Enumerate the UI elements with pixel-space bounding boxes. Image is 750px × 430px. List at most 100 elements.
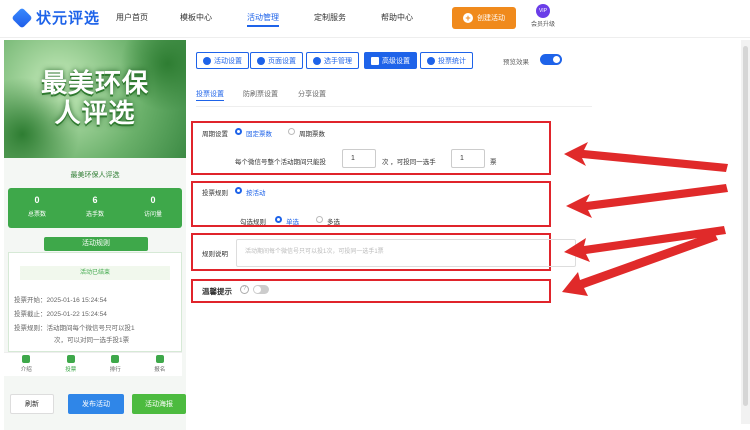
nav-custom-service[interactable]: 定制服务: [314, 12, 346, 23]
same-candidate-votes-input[interactable]: 1: [451, 149, 485, 168]
logo-icon: [11, 6, 33, 29]
tab-label: 报名: [154, 367, 166, 373]
vip-label: 会员升级: [530, 22, 555, 28]
signup-icon: [155, 355, 164, 363]
scrollbar-thumb[interactable]: [743, 46, 748, 406]
rule-description-input[interactable]: 活动期间每个微信号只可以投1次，可投同一选手1票: [236, 239, 576, 267]
stat-value: 0: [150, 195, 156, 205]
users-icon: [313, 56, 321, 65]
tool-label: 活动设置: [214, 57, 242, 65]
create-activity-button[interactable]: + 创建活动: [452, 7, 516, 29]
vote-limit-prefix: 每个微信号整个活动期间只能投: [235, 159, 326, 166]
vote-icon: [66, 355, 75, 363]
stat-label: 总票数: [27, 212, 46, 218]
tab-label: 排行: [109, 367, 121, 373]
subtab-share-settings[interactable]: 分享设置: [298, 89, 326, 99]
tool-candidate-management[interactable]: 选手管理: [306, 52, 359, 69]
vote-limit-suffix: 票: [490, 159, 497, 166]
stats-bar: 0 总票数 6 选手数 0 访问量: [8, 188, 182, 228]
reminder-toggle[interactable]: [253, 285, 269, 294]
publish-button[interactable]: 发布活动: [68, 394, 124, 414]
by-activity-label: 按活动: [246, 190, 266, 197]
banner-title-line2: 人评选: [54, 98, 136, 128]
period-votes-label: 周期票数: [299, 131, 325, 138]
info-start-time: 投票开始：2025-01-16 15:24:54: [14, 297, 107, 304]
ranking-icon: [111, 355, 120, 363]
radio-by-activity[interactable]: [235, 187, 242, 194]
tab-ranking[interactable]: 排行: [93, 353, 138, 376]
top-navigation-bar: 状元评选 用户首页 模板中心 活动管理 定制服务 帮助中心 + 创建活动 VIP…: [0, 0, 750, 38]
tool-label: 页面设置: [268, 57, 296, 65]
info-vote-rule: 投票规则：活动期间每个微信号只可以投1: [14, 325, 135, 332]
vote-limit-middle: 次 ，可投同一选手: [382, 159, 436, 166]
help-icon[interactable]: ?: [240, 285, 249, 294]
radio-period-votes[interactable]: [288, 128, 295, 135]
total-votes-input[interactable]: 1: [342, 149, 376, 168]
status-badge: 活动已结束: [20, 266, 170, 280]
banner-title: 最美环保 人评选: [4, 68, 186, 128]
fixed-votes-label: 固定票数: [246, 131, 272, 138]
period-settings-label: 周期设置: [202, 131, 228, 138]
stat-label: 访问量: [143, 212, 162, 218]
radio-multiple[interactable]: [316, 216, 323, 223]
vote-rule-label: 投票规则: [202, 190, 228, 197]
nav-activity-management[interactable]: 活动管理: [247, 12, 279, 27]
tab-signup[interactable]: 报名: [138, 353, 183, 376]
preview-tab-bar: 介绍 投票 排行 报名: [4, 352, 182, 376]
stat-label: 选手数: [85, 212, 104, 218]
tool-label: 选手管理: [324, 57, 352, 65]
tool-page-settings[interactable]: 页面设置: [250, 52, 303, 69]
nav-template-center[interactable]: 模板中心: [180, 12, 212, 23]
tool-label: 投票统计: [438, 57, 466, 65]
info-vote-rule-cont: 次，可以对同一选手投1票: [54, 337, 130, 344]
tab-label: 投票: [65, 367, 77, 373]
page-icon: [257, 56, 265, 65]
scrollbar[interactable]: [741, 40, 750, 424]
brand-logo[interactable]: 状元评选: [11, 6, 101, 29]
multiple-choice-label: 多选: [327, 219, 340, 226]
vip-upgrade[interactable]: VIP 会员升级: [530, 4, 556, 28]
nav-user-home[interactable]: 用户首页: [116, 12, 148, 23]
settings-icon: [203, 56, 211, 65]
tab-vote[interactable]: 投票: [49, 353, 94, 376]
tool-advanced-settings[interactable]: 高级设置: [364, 52, 417, 69]
brand-name: 状元评选: [36, 10, 101, 27]
poster-button[interactable]: 活动海报: [132, 394, 186, 414]
subtab-anti-fraud[interactable]: 防刷票设置: [243, 89, 278, 99]
select-rule-label: 勾选规则: [240, 219, 266, 226]
event-name: 最美环保人评选: [70, 172, 120, 179]
subtab-divider: [196, 106, 592, 107]
radio-fixed-votes[interactable]: [235, 128, 242, 135]
arrow-rule: [566, 184, 728, 218]
reminder-label: 温馨提示: [202, 287, 232, 296]
stat-total-votes: 0 总票数: [8, 188, 66, 228]
subtab-vote-settings[interactable]: 投票设置: [196, 89, 224, 101]
plus-icon: +: [463, 13, 473, 23]
stat-value: 6: [92, 195, 98, 205]
create-activity-label: 创建活动: [477, 15, 505, 22]
banner-title-line1: 最美环保: [40, 68, 149, 98]
nav-help-center[interactable]: 帮助中心: [381, 12, 413, 23]
sliders-icon: [371, 56, 379, 65]
stat-visits: 0 访问量: [124, 188, 182, 228]
annotation-arrows: [562, 142, 728, 296]
event-banner: 最美环保 人评选: [4, 40, 186, 158]
vip-icon: VIP: [536, 4, 550, 18]
single-choice-label: 单选: [286, 219, 299, 226]
preview-toggle[interactable]: [540, 54, 562, 65]
stat-value: 0: [34, 195, 40, 205]
arrow-period: [564, 142, 728, 172]
tool-vote-statistics[interactable]: 投票统计: [420, 52, 473, 69]
tool-activity-settings[interactable]: 活动设置: [196, 52, 249, 69]
chart-icon: [427, 56, 435, 65]
tab-label: 介绍: [20, 367, 32, 373]
radio-single[interactable]: [275, 216, 282, 223]
intro-icon: [22, 355, 31, 363]
tab-intro[interactable]: 介绍: [4, 353, 49, 376]
stat-candidates: 6 选手数: [66, 188, 124, 228]
tool-label: 高级设置: [382, 57, 410, 65]
refresh-button[interactable]: 刷新: [10, 394, 54, 414]
rule-description-label: 规则说明: [202, 251, 228, 258]
preview-label: 预览效果: [503, 59, 529, 66]
rules-heading: 活动规则: [44, 237, 148, 251]
